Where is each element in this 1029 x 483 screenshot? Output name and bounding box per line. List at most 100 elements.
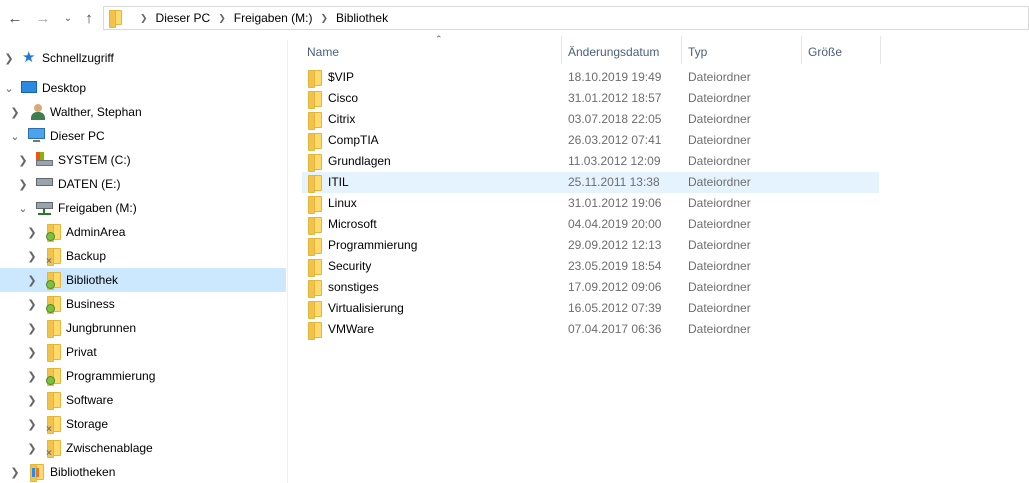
star-icon: ★ xyxy=(22,49,36,66)
tree-item-backup[interactable]: ❯ × Backup xyxy=(0,244,286,268)
chevron-right-icon[interactable]: ❯ xyxy=(26,370,38,383)
column-divider[interactable] xyxy=(561,36,562,64)
column-header-date[interactable]: Änderungsdatum xyxy=(568,40,681,64)
table-row[interactable]: Security 23.05.2019 18:54 Dateiordner xyxy=(302,256,879,277)
file-type: Dateiordner xyxy=(688,322,751,336)
tree-item-bibliotheken[interactable]: ❯ Bibliotheken xyxy=(0,460,286,483)
up-button[interactable]: ↑ xyxy=(80,8,98,28)
column-header-type[interactable]: Typ xyxy=(688,40,801,64)
chevron-right-icon[interactable]: ❯ xyxy=(26,418,38,431)
tree-item-bibliothek[interactable]: ❯ Bibliothek xyxy=(0,268,286,292)
chevron-right-icon[interactable]: ❯ xyxy=(26,394,38,407)
table-row[interactable]: ITIL 25.11.2011 13:38 Dateiordner xyxy=(302,172,879,193)
file-date: 07.04.2017 06:36 xyxy=(568,322,662,336)
tree-item-storage[interactable]: ❯ × Storage xyxy=(0,412,286,436)
address-toolbar: ← → ⌄ ↑ ❯ Dieser PC ❯ Freigaben (M:) ❯ B… xyxy=(0,0,1029,36)
chevron-right-icon[interactable]: ❯ xyxy=(26,226,38,239)
folder-icon xyxy=(308,322,322,340)
tree-item-programmierung[interactable]: ❯ Programmierung xyxy=(0,364,286,388)
column-header-name[interactable]: ⌃ Name xyxy=(307,34,561,64)
table-row[interactable]: Grundlagen 11.03.2012 12:09 Dateiordner xyxy=(302,151,879,172)
table-row[interactable]: CompTIA 26.03.2012 07:41 Dateiordner xyxy=(302,130,879,151)
column-header-size[interactable]: Größe xyxy=(808,40,878,64)
table-row[interactable]: $VIP 18.10.2019 19:49 Dateiordner xyxy=(302,67,879,88)
tree-item-user[interactable]: ❯ Walther, Stephan xyxy=(0,100,286,124)
shared-folder-icon xyxy=(46,224,62,242)
chevron-right-icon[interactable]: ❯ xyxy=(26,322,38,335)
table-row[interactable]: Linux 31.01.2012 19:06 Dateiordner xyxy=(302,193,879,214)
file-date: 31.01.2012 18:57 xyxy=(568,91,662,105)
network-drive-icon xyxy=(36,200,53,216)
table-row[interactable]: Citrix 03.07.2018 22:05 Dateiordner xyxy=(302,109,879,130)
column-label: Name xyxy=(307,45,340,59)
breadcrumb-chevron-icon[interactable]: ❯ xyxy=(218,13,226,24)
forward-button[interactable]: → xyxy=(34,8,52,28)
breadcrumb-chevron-icon[interactable]: ❯ xyxy=(320,13,328,24)
chevron-right-icon[interactable]: ❯ xyxy=(26,250,38,263)
chevron-right-icon[interactable]: ❯ xyxy=(26,298,38,311)
tree-item-dieser-pc[interactable]: ⌄ Dieser PC xyxy=(0,124,286,148)
table-row[interactable]: Virtualisierung 16.05.2012 07:39 Dateiordn… xyxy=(302,298,879,319)
file-date: 26.03.2012 07:41 xyxy=(568,133,662,147)
folder-icon xyxy=(308,154,322,172)
tree-item-desktop[interactable]: ⌄ Desktop xyxy=(0,76,286,100)
folder-icon xyxy=(308,301,322,319)
libraries-icon xyxy=(29,464,45,482)
column-divider[interactable] xyxy=(801,36,802,64)
back-button[interactable]: ← xyxy=(6,8,24,28)
tree-label: Jungbrunnen xyxy=(66,321,137,335)
tree-label: Software xyxy=(66,393,114,407)
table-row[interactable]: VMWare 07.04.2017 06:36 Dateiordner xyxy=(302,319,879,340)
chevron-down-icon[interactable]: ⌄ xyxy=(9,130,21,143)
breadcrumb-bibliothek[interactable]: Bibliothek xyxy=(336,11,388,25)
breadcrumb-chevron-icon[interactable]: ❯ xyxy=(140,13,148,24)
file-name: Microsoft xyxy=(328,217,377,231)
breadcrumb-freigaben[interactable]: Freigaben (M:) xyxy=(234,11,313,25)
chevron-right-icon[interactable]: ❯ xyxy=(26,274,38,287)
tree-item-daten-e[interactable]: ❯ DATEN (E:) xyxy=(0,172,286,196)
tree-item-privat[interactable]: ❯ Privat xyxy=(0,340,286,364)
table-row[interactable]: Programmierung 29.09.2012 12:13 Dateiordne… xyxy=(302,235,879,256)
recent-locations-button[interactable]: ⌄ xyxy=(62,8,74,28)
tree-label: Privat xyxy=(66,345,97,359)
column-divider[interactable] xyxy=(880,36,881,64)
file-name: CompTIA xyxy=(328,133,379,147)
tree-item-business[interactable]: ❯ Business xyxy=(0,292,286,316)
file-name: ITIL xyxy=(328,175,349,189)
table-row[interactable]: Cisco 31.01.2012 18:57 Dateiordner xyxy=(302,88,879,109)
tree-item-zwischenablage[interactable]: ❯ × Zwischenablage xyxy=(0,436,286,460)
table-row[interactable]: Microsoft 04.04.2019 20:00 Dateiordner xyxy=(302,214,879,235)
chevron-right-icon[interactable]: ❯ xyxy=(3,52,15,65)
chevron-right-icon[interactable]: ❯ xyxy=(26,442,38,455)
chevron-down-icon[interactable]: ⌄ xyxy=(3,82,15,95)
chevron-down-icon[interactable]: ⌄ xyxy=(17,202,29,215)
file-name: Security xyxy=(328,259,372,273)
address-bar[interactable]: ❯ Dieser PC ❯ Freigaben (M:) ❯ Bibliothe… xyxy=(103,6,1029,30)
folder-icon xyxy=(108,10,124,28)
tree-item-freigaben-m[interactable]: ⌄ Freigaben (M:) xyxy=(0,196,286,220)
chevron-right-icon[interactable]: ❯ xyxy=(9,466,21,479)
tree-item-jungbrunnen[interactable]: ❯ Jungbrunnen xyxy=(0,316,286,340)
file-name: Citrix xyxy=(328,112,356,126)
chevron-right-icon[interactable]: ❯ xyxy=(9,106,21,119)
chevron-right-icon[interactable]: ❯ xyxy=(17,154,29,167)
column-divider[interactable] xyxy=(681,36,682,64)
tree-item-software[interactable]: ❯ Software xyxy=(0,388,286,412)
shared-folder-icon xyxy=(46,272,62,290)
breadcrumb-dieser-pc[interactable]: Dieser PC xyxy=(156,11,211,25)
chevron-right-icon[interactable]: ❯ xyxy=(17,178,29,191)
file-date: 25.11.2011 13:38 xyxy=(568,175,660,189)
offline-folder-icon: × xyxy=(46,440,62,459)
tree-item-adminarea[interactable]: ❯ AdminArea xyxy=(0,220,286,244)
table-row[interactable]: sonstiges 17.09.2012 09:06 Dateiordner xyxy=(302,277,879,298)
file-name: Cisco xyxy=(328,91,359,105)
folder-icon xyxy=(308,259,322,277)
tree-item-system-c[interactable]: ❯ SYSTEM (C:) xyxy=(0,148,286,172)
tree-item-schnellzugriff[interactable]: ❯ ★ Schnellzugriff xyxy=(0,46,286,70)
file-name: Programmierung xyxy=(328,238,418,252)
file-date: 04.04.2019 20:00 xyxy=(568,217,662,231)
tree-label: Bibliotheken xyxy=(50,465,116,479)
chevron-right-icon[interactable]: ❯ xyxy=(26,346,38,359)
file-type: Dateiordner xyxy=(688,301,751,315)
tree-label: Storage xyxy=(66,417,109,431)
